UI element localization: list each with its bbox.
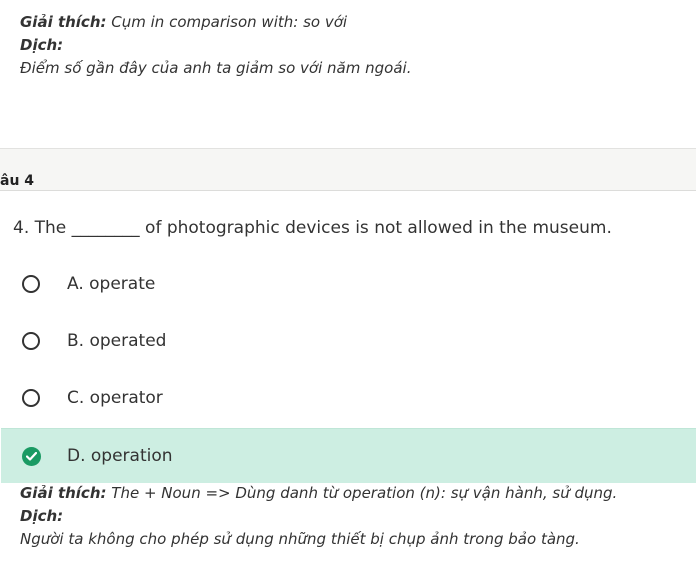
radio-empty-icon[interactable]: [22, 332, 40, 350]
option-a[interactable]: A. operate: [1, 257, 696, 312]
explain-line: Giải thích: The + Noun => Dùng danh từ o…: [20, 482, 617, 505]
option-d-selected[interactable]: D. operation: [1, 428, 696, 483]
option-label: B. operated: [67, 331, 167, 351]
explain-label: Giải thích:: [20, 484, 107, 502]
option-label: D. operation: [67, 446, 173, 466]
checkmark-icon: [26, 452, 37, 461]
explain-text: The + Noun => Dùng danh từ operation (n)…: [111, 484, 618, 502]
translate-text: Người ta không cho phép sử dụng những th…: [20, 530, 580, 548]
question-explanation: Giải thích: The + Noun => Dùng danh từ o…: [20, 482, 617, 551]
question-header-bar: âu 4: [0, 148, 696, 191]
translate-text: Điểm số gần đây của anh ta giảm so với n…: [20, 59, 412, 77]
question-text: 4. The ________ of photographic devices …: [13, 218, 612, 238]
translate-label: Dịch:: [20, 507, 64, 525]
radio-empty-icon[interactable]: [22, 389, 40, 407]
radio-empty-icon[interactable]: [22, 275, 40, 293]
option-label: A. operate: [67, 274, 156, 294]
option-label: C. operator: [67, 388, 163, 408]
previous-explain-line: Giải thích: Cụm in comparison with: so v…: [20, 11, 411, 34]
option-b[interactable]: B. operated: [1, 314, 696, 369]
previous-explanation: Giải thích: Cụm in comparison with: so v…: [20, 11, 411, 80]
check-circle-icon[interactable]: [22, 447, 41, 466]
explain-text: Cụm in comparison with: so với: [111, 13, 348, 31]
translate-label: Dịch:: [20, 36, 64, 54]
explain-label: Giải thích:: [20, 13, 107, 31]
option-c[interactable]: C. operator: [1, 371, 696, 426]
question-number-heading: âu 4: [0, 173, 35, 189]
